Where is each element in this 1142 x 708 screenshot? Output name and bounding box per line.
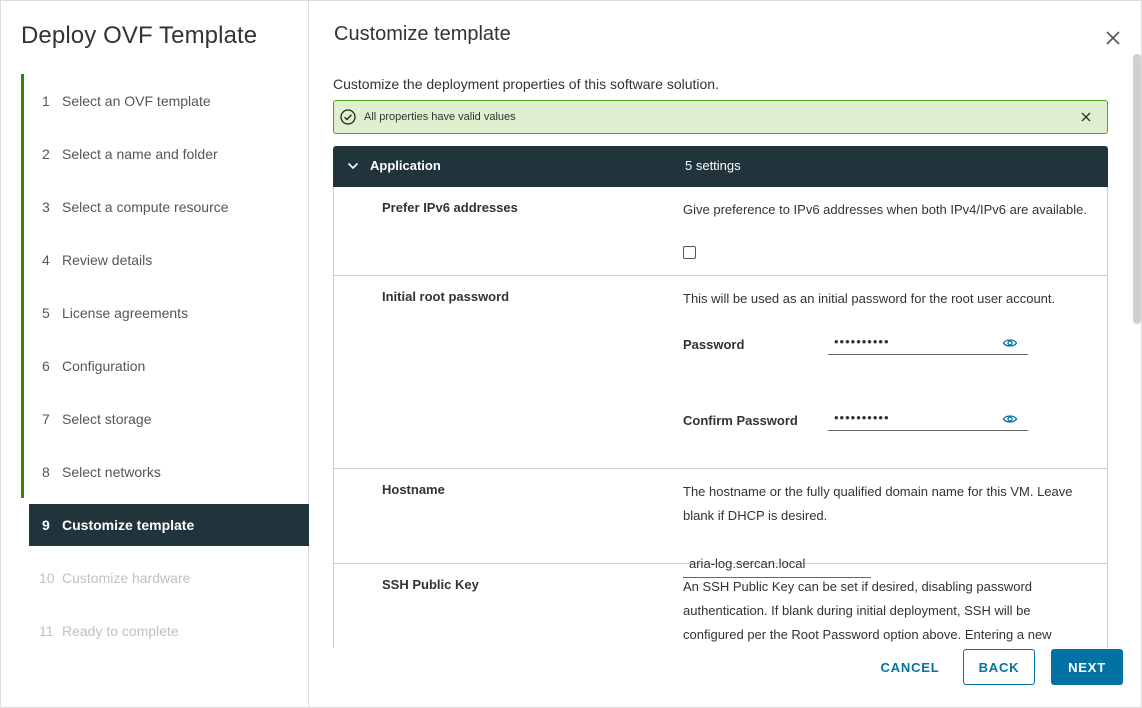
wizard-title: Deploy OVF Template — [21, 22, 258, 49]
deploy-ovf-dialog: Deploy OVF Template 1 Select an OVF templ… — [0, 0, 1142, 708]
step-number: 1 — [42, 92, 50, 109]
wizard-footer: CANCEL BACK NEXT — [309, 649, 1142, 708]
prefer-ipv6-checkbox[interactable] — [683, 246, 696, 259]
property-description: The hostname or the fully qualified doma… — [683, 484, 1073, 523]
wizard-main: Customize template Customize the deploym… — [309, 1, 1142, 708]
check-circle-icon — [340, 109, 356, 125]
step-label: Customize template — [62, 517, 195, 533]
wizard-step-2[interactable]: 2 Select a name and folder — [21, 127, 309, 180]
properties-panel: Application 5 settings Prefer IPv6 addre… — [333, 146, 1108, 648]
scrollbar-thumb[interactable] — [1133, 54, 1141, 324]
scrollbar[interactable] — [1133, 49, 1141, 649]
wizard-step-5[interactable]: 5 License agreements — [21, 286, 309, 339]
wizard-step-1[interactable]: 1 Select an OVF template — [21, 74, 309, 127]
wizard-steps: 1 Select an OVF template 2 Select a name a… — [21, 74, 309, 657]
wizard-step-11: 11 Ready to complete — [21, 604, 309, 657]
confirm-password-label: Confirm Password — [683, 413, 798, 428]
step-label: Ready to complete — [62, 622, 179, 639]
wizard-step-8[interactable]: 8 Select networks — [21, 445, 309, 498]
step-number: 4 — [42, 251, 50, 268]
step-number: 8 — [42, 463, 50, 480]
wizard-step-9-current[interactable]: 9 Customize template — [29, 504, 309, 546]
chevron-down-icon[interactable] — [346, 159, 360, 173]
step-label: Select an OVF template — [62, 92, 211, 109]
property-row-hostname: Hostname The hostname or the fully quali… — [333, 469, 1108, 578]
page-subtitle: Customize the deployment properties of t… — [333, 76, 719, 92]
property-label: Initial root password — [382, 289, 510, 304]
step-label: Customize hardware — [62, 569, 191, 586]
page-title: Customize template — [334, 23, 511, 45]
close-icon[interactable] — [1103, 28, 1123, 48]
wizard-step-4[interactable]: 4 Review details — [21, 233, 309, 286]
group-header-application[interactable]: Application 5 settings — [333, 146, 1108, 187]
wizard-step-6[interactable]: 6 Configuration — [21, 339, 309, 392]
step-number: 9 — [42, 517, 50, 533]
alert-message: All properties have valid values — [364, 111, 516, 123]
property-row-ssh-key: SSH Public Key An SSH Public Key can be … — [333, 564, 1108, 648]
cancel-button[interactable]: CANCEL — [872, 649, 948, 685]
step-label: Configuration — [62, 357, 146, 374]
wizard-step-3[interactable]: 3 Select a compute resource — [21, 180, 309, 233]
step-number: 3 — [42, 198, 50, 215]
property-label: Prefer IPv6 addresses — [382, 200, 518, 215]
group-name: Application — [370, 158, 441, 173]
step-label: Select networks — [62, 463, 161, 480]
step-number: 6 — [42, 357, 50, 374]
step-number: 10 — [39, 569, 55, 586]
password-label: Password — [683, 337, 745, 352]
password-value: •••••••••• — [834, 334, 890, 349]
step-label: License agreements — [62, 304, 189, 321]
wizard-step-7[interactable]: 7 Select storage — [21, 392, 309, 445]
password-field[interactable]: •••••••••• — [828, 331, 1028, 355]
property-label: Hostname — [382, 482, 445, 497]
next-button[interactable]: NEXT — [1051, 649, 1123, 685]
back-button[interactable]: BACK — [963, 649, 1035, 685]
success-alert: All properties have valid values — [333, 100, 1108, 134]
wizard-step-10: 10 Customize hardware — [21, 551, 309, 604]
wizard-sidebar: Deploy OVF Template 1 Select an OVF templ… — [1, 1, 309, 708]
confirm-password-value: •••••••••• — [834, 410, 890, 425]
step-number: 7 — [42, 410, 50, 427]
alert-close-icon[interactable] — [1079, 110, 1093, 124]
step-number: 2 — [42, 145, 50, 162]
group-settings-count: 5 settings — [685, 158, 741, 173]
property-description: An SSH Public Key can be set if desired,… — [683, 579, 1052, 642]
eye-icon[interactable] — [1002, 411, 1018, 427]
property-row-root-password: Initial root password This will be used … — [333, 276, 1108, 469]
step-number: 5 — [42, 304, 50, 321]
step-number: 11 — [39, 622, 54, 639]
step-label: Select storage — [62, 410, 152, 427]
property-row-ipv6: Prefer IPv6 addresses Give preference to… — [333, 187, 1108, 276]
property-label: SSH Public Key — [382, 577, 479, 592]
step-label: Select a compute resource — [62, 198, 229, 215]
confirm-password-field[interactable]: •••••••••• — [828, 407, 1028, 431]
eye-icon[interactable] — [1002, 335, 1018, 351]
step-label: Select a name and folder — [62, 145, 218, 162]
step-label: Review details — [62, 251, 153, 268]
property-description: This will be used as an initial password… — [683, 291, 1056, 306]
property-description: Give preference to IPv6 addresses when b… — [683, 202, 1087, 217]
